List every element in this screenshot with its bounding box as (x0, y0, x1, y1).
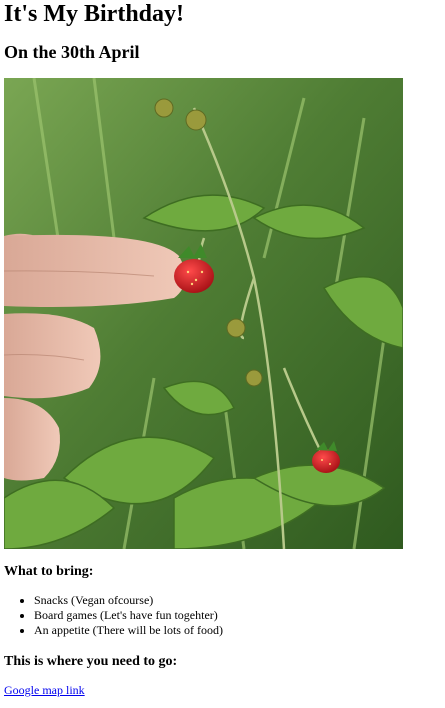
google-map-link[interactable]: Google map link (4, 683, 85, 698)
location-heading: This is where you need to go: (4, 654, 178, 669)
strawberry-photo (4, 78, 403, 549)
list-item: An appetite (There will be lots of food) (34, 623, 223, 638)
list-item: Snacks (Vegan ofcourse) (34, 593, 223, 608)
list-item: Board games (Let's have fun togehter) (34, 608, 223, 623)
bring-list: Snacks (Vegan ofcourse) Board games (Let… (4, 593, 223, 638)
event-date-subtitle: On the 30th April (4, 42, 140, 62)
what-to-bring-heading: What to bring: (4, 564, 94, 579)
page-title: It's My Birthday! (4, 1, 184, 27)
